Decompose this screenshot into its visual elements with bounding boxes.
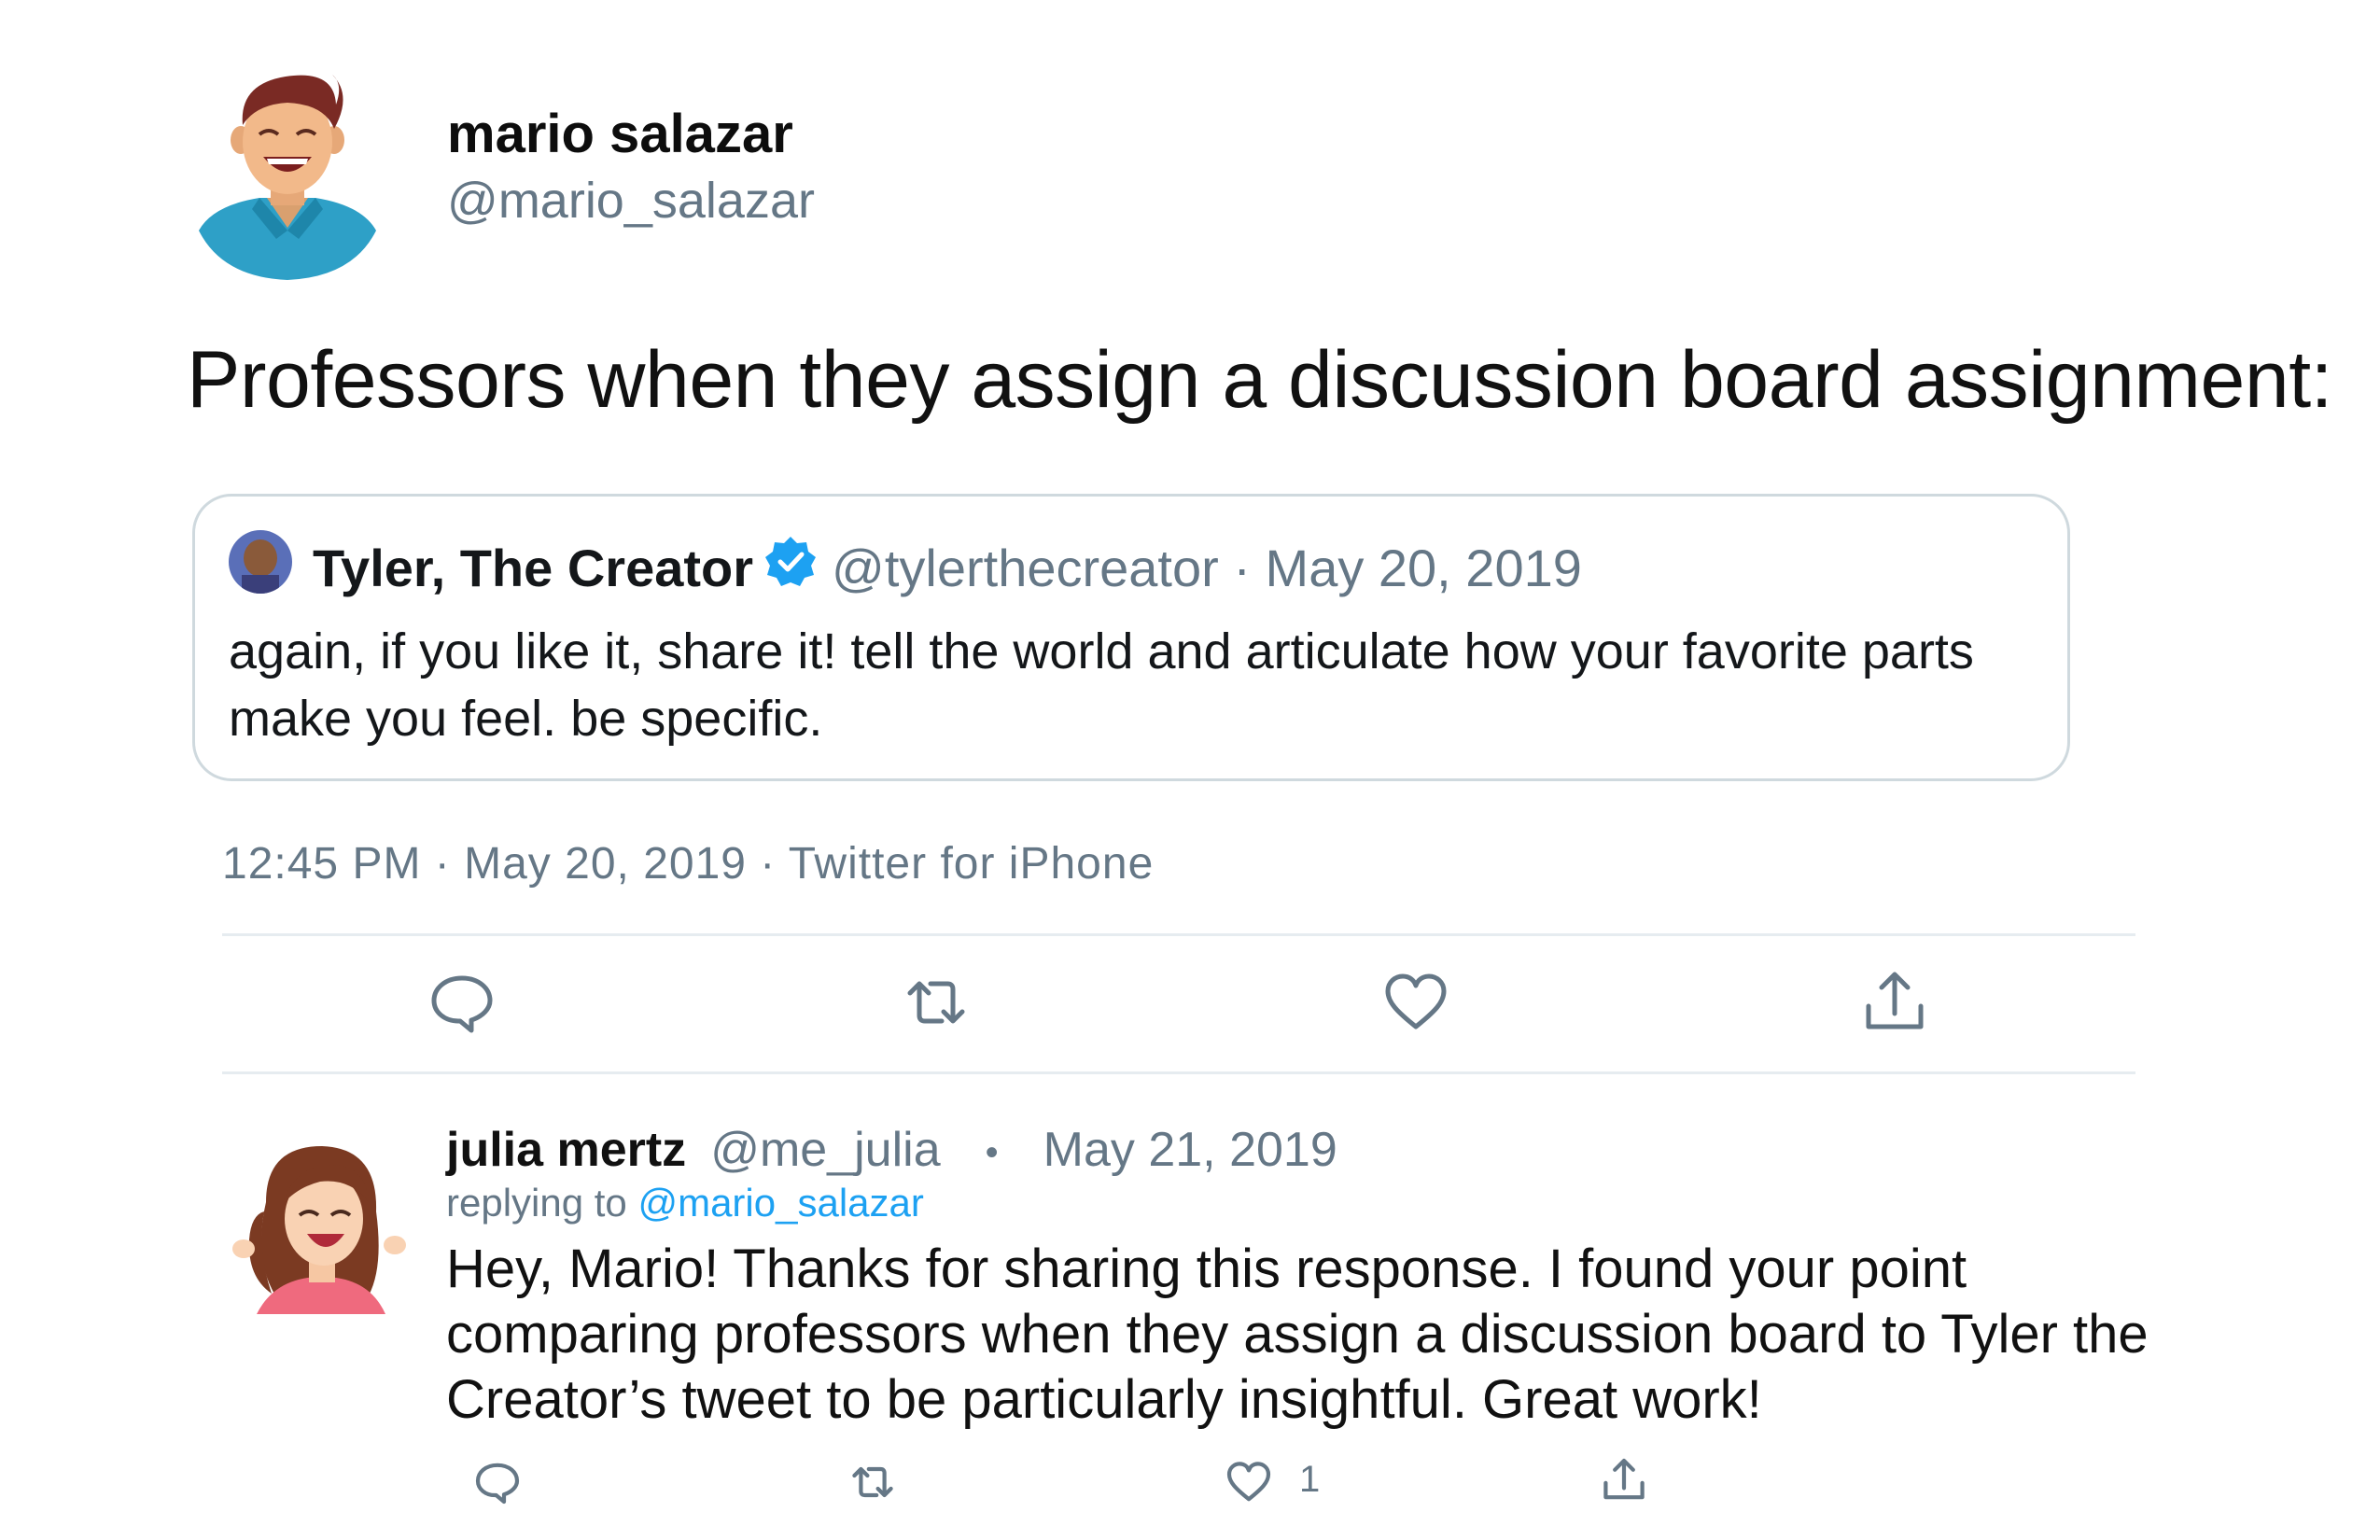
quoted-tweet-card[interactable]: Tyler, The Creator @tylerthecreator · Ma… (192, 494, 2070, 781)
retweet-icon[interactable] (845, 1456, 901, 1508)
divider (222, 933, 2135, 936)
reply-author-avatar[interactable] (229, 1137, 406, 1320)
replying-to-label: replying to (446, 1181, 627, 1225)
like-count: 1 (1299, 1459, 1321, 1500)
share-icon[interactable] (1857, 965, 1932, 1040)
reply-icon[interactable] (471, 1456, 524, 1508)
quoted-tweet-text: again, if you like it, share it! tell th… (229, 623, 1974, 747)
replying-to-line: replying to @mario_salazar (446, 1181, 924, 1225)
author-handle[interactable]: @mario_salazar (447, 172, 815, 230)
quoted-author-name[interactable]: Tyler, The Creator (313, 538, 753, 598)
reply-text: Hey, Mario! Thanks for sharing this resp… (446, 1239, 2149, 1430)
like-icon[interactable] (1223, 1456, 1275, 1508)
separator-dot: • (985, 1131, 999, 1173)
tweet-text: Professors when they assign a discussion… (187, 335, 2333, 425)
reply-header: julia mertz @me_julia • May 21, 2019 (446, 1122, 1337, 1178)
reply-icon[interactable] (425, 965, 499, 1040)
verified-icon (763, 534, 819, 590)
quoted-author-avatar[interactable] (229, 530, 292, 594)
tweet-timestamp: 12:45 PM · May 20, 2019 · Twitter for iP… (222, 839, 1155, 889)
reply-date[interactable]: May 21, 2019 (1043, 1123, 1337, 1177)
author-name[interactable]: mario salazar (447, 103, 793, 165)
reply-author-name[interactable]: julia mertz (446, 1123, 686, 1177)
author-avatar[interactable] (194, 67, 381, 282)
replying-to-handle-link[interactable]: @mario_salazar (637, 1181, 923, 1225)
retweet-icon[interactable] (899, 965, 973, 1040)
reply-author-handle[interactable]: @me_julia (710, 1123, 940, 1177)
share-icon[interactable] (1598, 1452, 1650, 1508)
like-icon[interactable] (1379, 965, 1453, 1040)
divider (222, 1071, 2135, 1074)
quoted-tweet-meta: @tylerthecreator · May 20, 2019 (832, 539, 1582, 597)
